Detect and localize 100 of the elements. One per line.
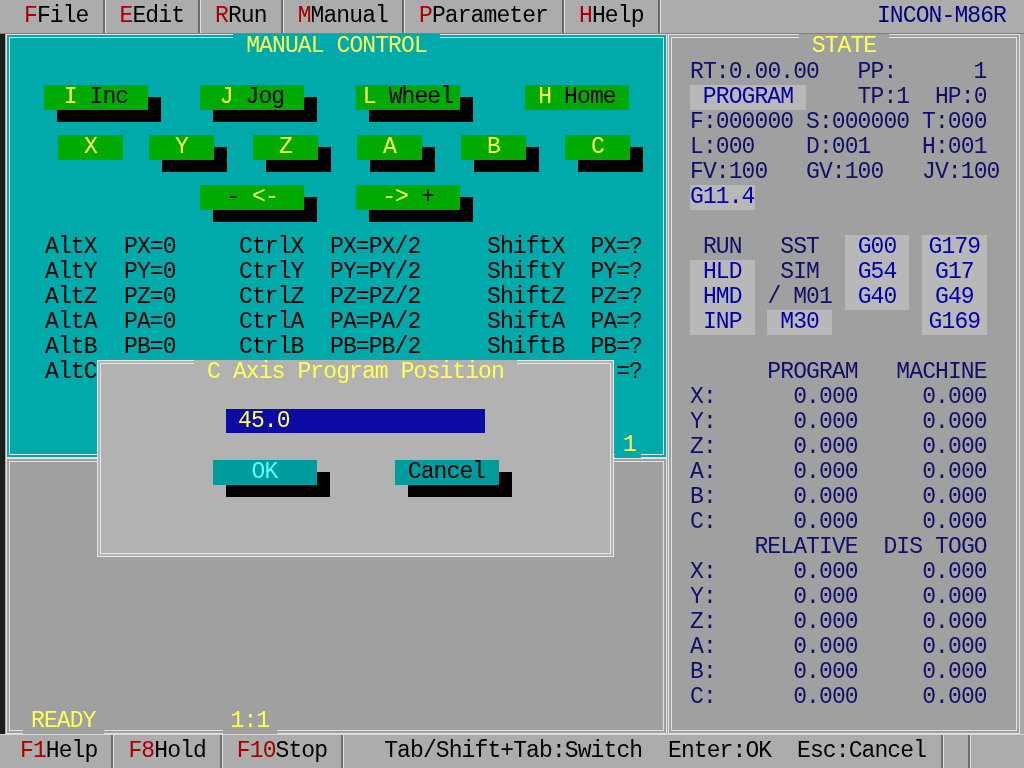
status-readout: L:000	[690, 135, 755, 160]
shortcut-action: PZ=?	[590, 285, 642, 310]
shortcut-action: PX=PX/2	[330, 235, 421, 260]
status-code: G54	[844, 260, 910, 285]
status-readout: G11.4	[690, 185, 755, 210]
position-value: 0.000	[793, 510, 858, 535]
axis-label: X:	[690, 560, 716, 585]
status-label: 1	[615, 433, 641, 458]
axis-label: Z:	[690, 610, 716, 635]
status-readout: HP:0	[934, 85, 987, 110]
status-readout: GV:100	[806, 160, 884, 185]
shortcut-action: PZ=PZ/2	[330, 285, 421, 310]
axis-label: C:	[690, 685, 716, 710]
status-code: / M01	[767, 285, 832, 310]
shortcut-key: ShiftZ	[487, 285, 565, 310]
shortcut-key: CtrlZ	[239, 285, 304, 310]
shortcut-key: ShiftA	[487, 310, 565, 335]
shortcut-key: ShiftB	[487, 335, 565, 360]
position-value: 0.000	[922, 635, 987, 660]
shortcut-action: PX=0	[124, 235, 176, 260]
menu-item[interactable]: MManual	[283, 0, 402, 33]
position-value: 0.000	[922, 410, 987, 435]
axis-label: A:	[690, 635, 716, 660]
direction-button[interactable]: -> +	[356, 185, 473, 222]
position-value: 0.000	[793, 485, 858, 510]
product-name: INCON-M86R	[876, 4, 1007, 29]
status-code: G40	[844, 285, 910, 310]
menu-item[interactable]: PParameter	[405, 0, 562, 33]
position-value: 0.000	[793, 635, 858, 660]
position-value: 0.000	[793, 435, 858, 460]
shortcut-action: PB=PB/2	[330, 335, 421, 360]
position-value: 0.000	[793, 585, 858, 610]
status-readout: F:000000	[690, 110, 794, 135]
status-readout: S:000000	[806, 110, 910, 135]
axis-label: Y:	[690, 585, 716, 610]
position-value: 0.000	[922, 660, 987, 685]
axis-label: Z:	[690, 435, 716, 460]
cancel-button[interactable]: Cancel	[394, 460, 512, 497]
status-code: SST	[779, 235, 820, 260]
input-field[interactable]: 45.0	[226, 409, 485, 433]
shortcut-key: AltX	[45, 235, 97, 260]
shortcut-key: AltY	[45, 260, 97, 285]
shortcut-key: CtrlY	[239, 260, 304, 285]
status-readout: H:001	[922, 135, 987, 160]
status-readout: 1	[973, 60, 987, 85]
status-code: M30	[767, 310, 832, 335]
key-hint: Tab/Shift+Tab:Switch	[384, 739, 643, 764]
shortcut-key: ShiftY	[487, 260, 565, 285]
shortcut-action: PZ=0	[124, 285, 176, 310]
position-value: 0.000	[922, 485, 987, 510]
position-value: 0.000	[922, 460, 987, 485]
position-value: 0.000	[793, 660, 858, 685]
shortcut-action: PY=PY/2	[330, 260, 421, 285]
status-readout: JV:100	[922, 160, 1000, 185]
shortcut-action: PB=?	[590, 335, 642, 360]
axis-label: A:	[690, 460, 716, 485]
status-code: HLD	[690, 260, 755, 285]
menu-item[interactable]: HHelp	[565, 0, 658, 33]
shortcut-key: CtrlA	[239, 310, 304, 335]
status-code: G179	[922, 235, 987, 260]
position-value: 0.000	[922, 685, 987, 710]
axis-label: Y:	[690, 410, 716, 435]
position-value: 0.000	[793, 385, 858, 410]
key-hint: Enter:OK	[668, 739, 772, 764]
status-code: RUN	[701, 235, 743, 260]
function-key[interactable]: F1Help	[6, 735, 112, 768]
shortcut-action: =?	[616, 360, 642, 385]
axis-label: X:	[690, 385, 716, 410]
mode-button[interactable]: I Inc	[44, 85, 161, 122]
position-value: 0.000	[922, 585, 987, 610]
column-header: DIS TOGO	[883, 535, 987, 560]
status-readout: PP:	[857, 60, 897, 85]
mode-button[interactable]: J Jog	[200, 85, 317, 122]
position-value: 0.000	[793, 560, 858, 585]
status-code: INP	[690, 310, 755, 335]
shortcut-key: AltB	[45, 335, 97, 360]
shortcut-key: ShiftX	[487, 235, 565, 260]
direction-button[interactable]: - <-	[200, 185, 317, 222]
shortcut-action: PY=?	[590, 260, 642, 285]
position-value: 0.000	[922, 510, 987, 535]
function-key[interactable]: F10Stop	[222, 735, 342, 768]
shortcut-key: CtrlB	[239, 335, 304, 360]
status-label: 1:1	[222, 709, 278, 734]
shortcut-key: AltC	[45, 360, 97, 385]
status-code: G169	[922, 310, 987, 335]
menu-item[interactable]: FFile	[10, 0, 103, 33]
mode-button[interactable]: H Home	[525, 85, 629, 110]
shortcut-key: AltA	[45, 310, 97, 335]
status-code: SIM	[780, 260, 820, 285]
shortcut-action: PA=PA/2	[330, 310, 421, 335]
axis-label: C:	[690, 510, 716, 535]
menu-item[interactable]: EEdit	[105, 0, 199, 33]
function-key[interactable]: F8Hold	[114, 735, 220, 768]
mode-button[interactable]: L Wheel	[356, 85, 473, 122]
column-header: RELATIVE	[754, 535, 858, 560]
axis-label: B:	[690, 660, 716, 685]
key-hint: Esc:Cancel	[797, 739, 927, 764]
column-header: MACHINE	[896, 360, 987, 385]
position-value: 0.000	[793, 610, 858, 635]
menu-item[interactable]: RRun	[201, 0, 281, 33]
